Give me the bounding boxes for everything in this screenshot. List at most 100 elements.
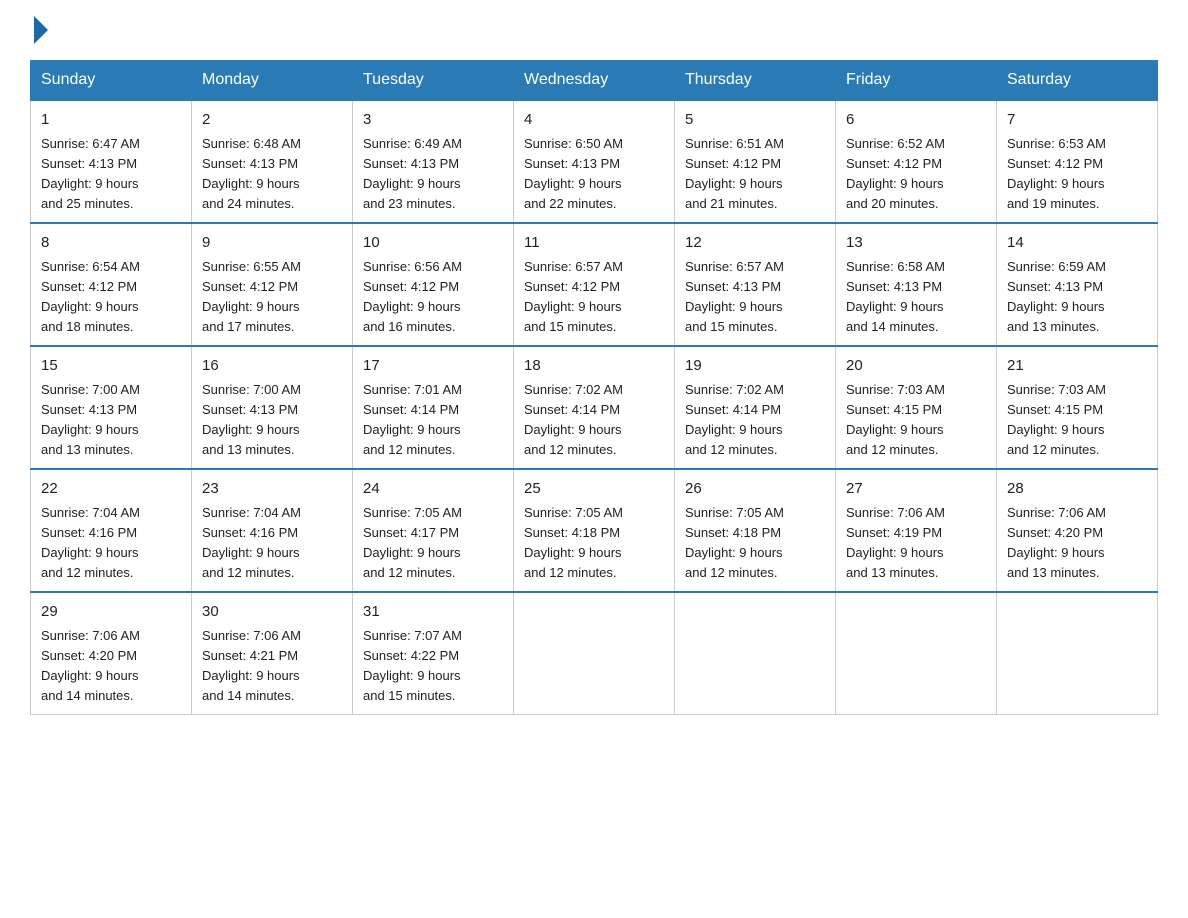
day-info: Sunrise: 6:59 AMSunset: 4:13 PMDaylight:… (1007, 257, 1147, 338)
calendar-cell: 28Sunrise: 7:06 AMSunset: 4:20 PMDayligh… (997, 469, 1158, 592)
calendar-cell (997, 592, 1158, 715)
day-info: Sunrise: 6:47 AMSunset: 4:13 PMDaylight:… (41, 134, 181, 215)
day-info: Sunrise: 7:00 AMSunset: 4:13 PMDaylight:… (202, 380, 342, 461)
day-number: 31 (363, 601, 503, 624)
day-info: Sunrise: 7:02 AMSunset: 4:14 PMDaylight:… (524, 380, 664, 461)
calendar-cell: 9Sunrise: 6:55 AMSunset: 4:12 PMDaylight… (192, 223, 353, 346)
calendar-week-row: 22Sunrise: 7:04 AMSunset: 4:16 PMDayligh… (31, 469, 1158, 592)
column-header-sunday: Sunday (31, 61, 192, 101)
day-number: 3 (363, 109, 503, 132)
calendar-cell: 19Sunrise: 7:02 AMSunset: 4:14 PMDayligh… (675, 346, 836, 469)
day-info: Sunrise: 7:00 AMSunset: 4:13 PMDaylight:… (41, 380, 181, 461)
calendar-cell: 2Sunrise: 6:48 AMSunset: 4:13 PMDaylight… (192, 100, 353, 223)
day-number: 9 (202, 232, 342, 255)
logo-triangle-icon (34, 16, 48, 44)
calendar-week-row: 1Sunrise: 6:47 AMSunset: 4:13 PMDaylight… (31, 100, 1158, 223)
calendar-cell: 25Sunrise: 7:05 AMSunset: 4:18 PMDayligh… (514, 469, 675, 592)
calendar-week-row: 15Sunrise: 7:00 AMSunset: 4:13 PMDayligh… (31, 346, 1158, 469)
day-info: Sunrise: 7:05 AMSunset: 4:18 PMDaylight:… (524, 503, 664, 584)
day-info: Sunrise: 7:04 AMSunset: 4:16 PMDaylight:… (202, 503, 342, 584)
day-number: 2 (202, 109, 342, 132)
day-number: 11 (524, 232, 664, 255)
day-info: Sunrise: 7:07 AMSunset: 4:22 PMDaylight:… (363, 626, 503, 707)
page-header (30, 20, 1158, 40)
day-info: Sunrise: 7:05 AMSunset: 4:17 PMDaylight:… (363, 503, 503, 584)
day-number: 5 (685, 109, 825, 132)
day-info: Sunrise: 7:06 AMSunset: 4:20 PMDaylight:… (1007, 503, 1147, 584)
calendar-cell: 1Sunrise: 6:47 AMSunset: 4:13 PMDaylight… (31, 100, 192, 223)
calendar-cell: 13Sunrise: 6:58 AMSunset: 4:13 PMDayligh… (836, 223, 997, 346)
column-header-thursday: Thursday (675, 61, 836, 101)
day-info: Sunrise: 7:05 AMSunset: 4:18 PMDaylight:… (685, 503, 825, 584)
calendar-week-row: 29Sunrise: 7:06 AMSunset: 4:20 PMDayligh… (31, 592, 1158, 715)
column-header-wednesday: Wednesday (514, 61, 675, 101)
day-number: 8 (41, 232, 181, 255)
calendar-table: SundayMondayTuesdayWednesdayThursdayFrid… (30, 60, 1158, 715)
day-info: Sunrise: 6:55 AMSunset: 4:12 PMDaylight:… (202, 257, 342, 338)
calendar-cell: 21Sunrise: 7:03 AMSunset: 4:15 PMDayligh… (997, 346, 1158, 469)
calendar-cell: 10Sunrise: 6:56 AMSunset: 4:12 PMDayligh… (353, 223, 514, 346)
day-number: 14 (1007, 232, 1147, 255)
day-info: Sunrise: 6:48 AMSunset: 4:13 PMDaylight:… (202, 134, 342, 215)
day-info: Sunrise: 6:51 AMSunset: 4:12 PMDaylight:… (685, 134, 825, 215)
column-header-monday: Monday (192, 61, 353, 101)
day-info: Sunrise: 6:53 AMSunset: 4:12 PMDaylight:… (1007, 134, 1147, 215)
day-info: Sunrise: 7:01 AMSunset: 4:14 PMDaylight:… (363, 380, 503, 461)
calendar-cell: 6Sunrise: 6:52 AMSunset: 4:12 PMDaylight… (836, 100, 997, 223)
logo (30, 20, 48, 40)
calendar-cell: 26Sunrise: 7:05 AMSunset: 4:18 PMDayligh… (675, 469, 836, 592)
calendar-cell: 8Sunrise: 6:54 AMSunset: 4:12 PMDaylight… (31, 223, 192, 346)
day-number: 4 (524, 109, 664, 132)
day-number: 26 (685, 478, 825, 501)
day-info: Sunrise: 7:03 AMSunset: 4:15 PMDaylight:… (1007, 380, 1147, 461)
day-info: Sunrise: 6:54 AMSunset: 4:12 PMDaylight:… (41, 257, 181, 338)
calendar-cell: 7Sunrise: 6:53 AMSunset: 4:12 PMDaylight… (997, 100, 1158, 223)
day-number: 22 (41, 478, 181, 501)
day-number: 6 (846, 109, 986, 132)
day-number: 28 (1007, 478, 1147, 501)
calendar-cell (675, 592, 836, 715)
day-number: 20 (846, 355, 986, 378)
day-info: Sunrise: 7:06 AMSunset: 4:19 PMDaylight:… (846, 503, 986, 584)
calendar-cell: 16Sunrise: 7:00 AMSunset: 4:13 PMDayligh… (192, 346, 353, 469)
day-number: 10 (363, 232, 503, 255)
calendar-cell: 12Sunrise: 6:57 AMSunset: 4:13 PMDayligh… (675, 223, 836, 346)
day-info: Sunrise: 7:06 AMSunset: 4:20 PMDaylight:… (41, 626, 181, 707)
calendar-cell: 11Sunrise: 6:57 AMSunset: 4:12 PMDayligh… (514, 223, 675, 346)
day-number: 17 (363, 355, 503, 378)
calendar-week-row: 8Sunrise: 6:54 AMSunset: 4:12 PMDaylight… (31, 223, 1158, 346)
day-number: 25 (524, 478, 664, 501)
calendar-cell: 20Sunrise: 7:03 AMSunset: 4:15 PMDayligh… (836, 346, 997, 469)
calendar-cell: 5Sunrise: 6:51 AMSunset: 4:12 PMDaylight… (675, 100, 836, 223)
calendar-cell: 22Sunrise: 7:04 AMSunset: 4:16 PMDayligh… (31, 469, 192, 592)
calendar-cell: 23Sunrise: 7:04 AMSunset: 4:16 PMDayligh… (192, 469, 353, 592)
calendar-cell (514, 592, 675, 715)
day-number: 19 (685, 355, 825, 378)
day-info: Sunrise: 6:49 AMSunset: 4:13 PMDaylight:… (363, 134, 503, 215)
calendar-cell (836, 592, 997, 715)
day-number: 30 (202, 601, 342, 624)
day-number: 16 (202, 355, 342, 378)
calendar-cell: 30Sunrise: 7:06 AMSunset: 4:21 PMDayligh… (192, 592, 353, 715)
day-info: Sunrise: 6:50 AMSunset: 4:13 PMDaylight:… (524, 134, 664, 215)
calendar-cell: 4Sunrise: 6:50 AMSunset: 4:13 PMDaylight… (514, 100, 675, 223)
day-info: Sunrise: 6:58 AMSunset: 4:13 PMDaylight:… (846, 257, 986, 338)
calendar-cell: 14Sunrise: 6:59 AMSunset: 4:13 PMDayligh… (997, 223, 1158, 346)
day-number: 15 (41, 355, 181, 378)
day-info: Sunrise: 7:03 AMSunset: 4:15 PMDaylight:… (846, 380, 986, 461)
day-info: Sunrise: 7:04 AMSunset: 4:16 PMDaylight:… (41, 503, 181, 584)
day-info: Sunrise: 6:57 AMSunset: 4:13 PMDaylight:… (685, 257, 825, 338)
day-number: 12 (685, 232, 825, 255)
day-info: Sunrise: 6:52 AMSunset: 4:12 PMDaylight:… (846, 134, 986, 215)
calendar-cell: 18Sunrise: 7:02 AMSunset: 4:14 PMDayligh… (514, 346, 675, 469)
day-number: 24 (363, 478, 503, 501)
column-header-saturday: Saturday (997, 61, 1158, 101)
day-number: 29 (41, 601, 181, 624)
calendar-cell: 24Sunrise: 7:05 AMSunset: 4:17 PMDayligh… (353, 469, 514, 592)
day-number: 1 (41, 109, 181, 132)
day-number: 13 (846, 232, 986, 255)
column-header-friday: Friday (836, 61, 997, 101)
day-info: Sunrise: 7:02 AMSunset: 4:14 PMDaylight:… (685, 380, 825, 461)
day-number: 23 (202, 478, 342, 501)
day-info: Sunrise: 6:56 AMSunset: 4:12 PMDaylight:… (363, 257, 503, 338)
